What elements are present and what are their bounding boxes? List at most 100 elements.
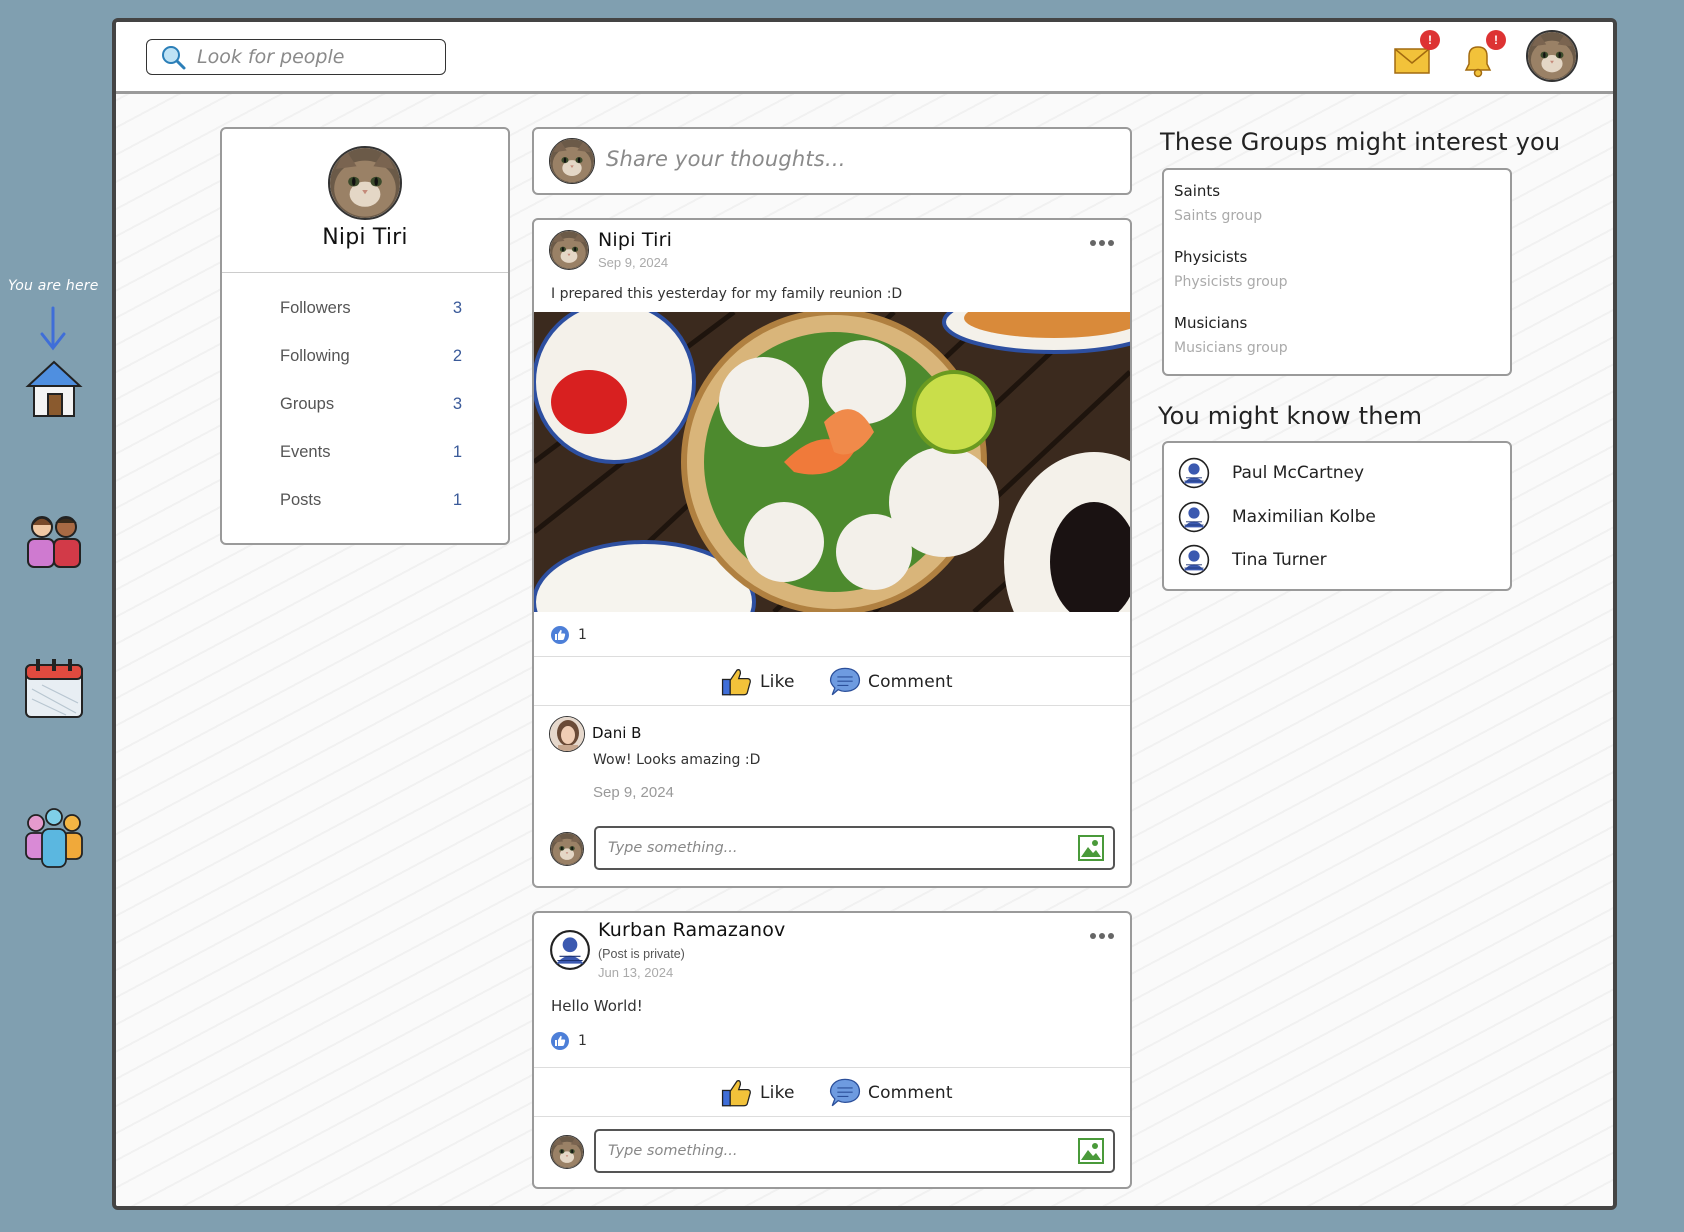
reply-avatar	[550, 832, 584, 866]
more-options-icon[interactable]	[1088, 929, 1116, 943]
search-icon	[162, 46, 186, 70]
stat-value: 1	[452, 443, 462, 461]
comment-bubble-icon	[828, 665, 862, 699]
more-options-icon[interactable]	[1088, 236, 1116, 250]
post-text: I prepared this yesterday for my family …	[551, 286, 903, 302]
post-composer[interactable]: Share your thoughts...	[532, 127, 1132, 195]
groups-heading: These Groups might interest you	[1160, 128, 1561, 156]
avatar	[550, 231, 588, 269]
group-item-physicists[interactable]: Physicists Physicists group	[1174, 248, 1288, 290]
reply-bar	[534, 820, 1130, 880]
person-item[interactable]: Tina Turner	[1178, 544, 1327, 576]
messages-badge: !	[1420, 30, 1440, 50]
person-item[interactable]: Maximilian Kolbe	[1178, 501, 1376, 533]
group-item-saints[interactable]: Saints Saints group	[1174, 182, 1262, 224]
comment-input[interactable]	[608, 840, 1048, 856]
likes-summary[interactable]: 1	[550, 625, 587, 645]
post-actions: Like Comment	[534, 656, 1130, 706]
comment-button[interactable]: Comment	[828, 1076, 953, 1110]
group-desc: Physicists group	[1174, 274, 1288, 290]
notifications-button[interactable]: !	[1458, 30, 1506, 80]
you-are-here-label: You are here	[8, 278, 99, 294]
post-card: Nipi Tiri Sep 9, 2024 I prepared this ye…	[532, 218, 1132, 888]
search-input[interactable]	[197, 46, 437, 68]
avatar	[551, 1136, 583, 1168]
post-author-avatar[interactable]	[549, 929, 591, 971]
people-heading: You might know them	[1158, 402, 1423, 430]
stat-posts[interactable]: Posts 1	[280, 491, 462, 510]
like-count-icon	[550, 625, 570, 645]
default-user-icon	[1178, 501, 1210, 533]
commenter-name[interactable]: Dani B	[592, 724, 641, 742]
stat-value: 3	[452, 299, 462, 317]
commenter-avatar[interactable]	[549, 716, 585, 752]
like-count: 1	[578, 1033, 587, 1049]
person-name: Maximilian Kolbe	[1232, 507, 1376, 527]
like-button[interactable]: Like	[720, 665, 795, 699]
group-name: Saints	[1174, 182, 1221, 200]
likes-summary[interactable]: 1	[550, 1031, 587, 1051]
image-attach-icon[interactable]	[1077, 834, 1105, 862]
stat-groups[interactable]: Groups 3	[280, 395, 462, 414]
group-desc: Musicians group	[1174, 340, 1288, 356]
person-item[interactable]: Paul McCartney	[1178, 457, 1364, 489]
post-photo[interactable]	[534, 312, 1130, 612]
person-name: Tina Turner	[1232, 550, 1327, 570]
avatar	[550, 717, 584, 751]
groups-icon	[25, 808, 83, 868]
post-author-avatar[interactable]	[549, 230, 589, 270]
nav-friends[interactable]	[22, 505, 86, 571]
group-name: Physicists	[1174, 248, 1248, 266]
thumbs-up-icon	[720, 665, 754, 699]
profile-avatar[interactable]	[328, 146, 402, 220]
group-name: Musicians	[1174, 314, 1248, 332]
stat-following[interactable]: Following 2	[280, 347, 462, 366]
comment-item: Dani B Wow! Looks amazing :D Sep 9, 2024	[534, 706, 1130, 816]
profile-card: Nipi Tiri Followers 3 Following 2 Groups…	[220, 127, 510, 545]
profile-name: Nipi Tiri	[322, 225, 408, 250]
avatar	[551, 833, 583, 865]
like-count: 1	[578, 627, 587, 643]
calendar-icon	[25, 659, 83, 718]
stat-label: Following	[280, 347, 350, 365]
stat-label: Events	[280, 443, 331, 461]
group-item-musicians[interactable]: Musicians Musicians group	[1174, 314, 1288, 356]
stat-label: Posts	[280, 491, 322, 509]
avatar	[1528, 32, 1576, 80]
comment-input[interactable]	[608, 1143, 1048, 1159]
nav-groups[interactable]	[22, 805, 86, 871]
post-author[interactable]: Nipi Tiri	[598, 229, 672, 251]
stat-followers[interactable]: Followers 3	[280, 299, 462, 318]
composer-avatar	[549, 138, 595, 184]
stat-value: 2	[452, 347, 462, 365]
default-user-icon	[549, 929, 591, 971]
thumbs-up-icon	[720, 1076, 754, 1110]
comment-text: Wow! Looks amazing :D	[593, 752, 761, 768]
reply-avatar	[550, 1135, 584, 1169]
comment-bubble-icon	[828, 1076, 862, 1110]
nav-events[interactable]	[22, 655, 86, 721]
post-author[interactable]: Kurban Ramazanov	[598, 919, 785, 941]
user-avatar-menu[interactable]	[1526, 30, 1578, 82]
app-window: ! ! Nipi Tiri Followers 3 Following 2 G	[112, 18, 1617, 1210]
nav-home[interactable]	[22, 356, 86, 422]
default-user-icon	[1178, 544, 1210, 576]
avatar	[330, 148, 400, 218]
people-card: Paul McCartney Maximilian Kolbe Tina Tur…	[1162, 441, 1512, 591]
like-button[interactable]: Like	[720, 1076, 795, 1110]
image-attach-icon[interactable]	[1077, 1137, 1105, 1165]
post-card: Kurban Ramazanov (Post is private) Jun 1…	[532, 911, 1132, 1189]
comment-input-box[interactable]	[594, 1129, 1115, 1173]
divider	[222, 272, 508, 273]
comment-button[interactable]: Comment	[828, 665, 953, 699]
stat-events[interactable]: Events 1	[280, 443, 462, 462]
avatar	[550, 139, 594, 183]
search-box[interactable]	[146, 39, 446, 75]
post-text: Hello World!	[551, 997, 643, 1015]
comment-input-box[interactable]	[594, 826, 1115, 870]
messages-button[interactable]: !	[1392, 30, 1440, 80]
person-name: Paul McCartney	[1232, 463, 1365, 483]
default-user-icon	[1178, 457, 1210, 489]
stat-value: 3	[452, 395, 462, 413]
comment-date: Sep 9, 2024	[593, 784, 674, 801]
